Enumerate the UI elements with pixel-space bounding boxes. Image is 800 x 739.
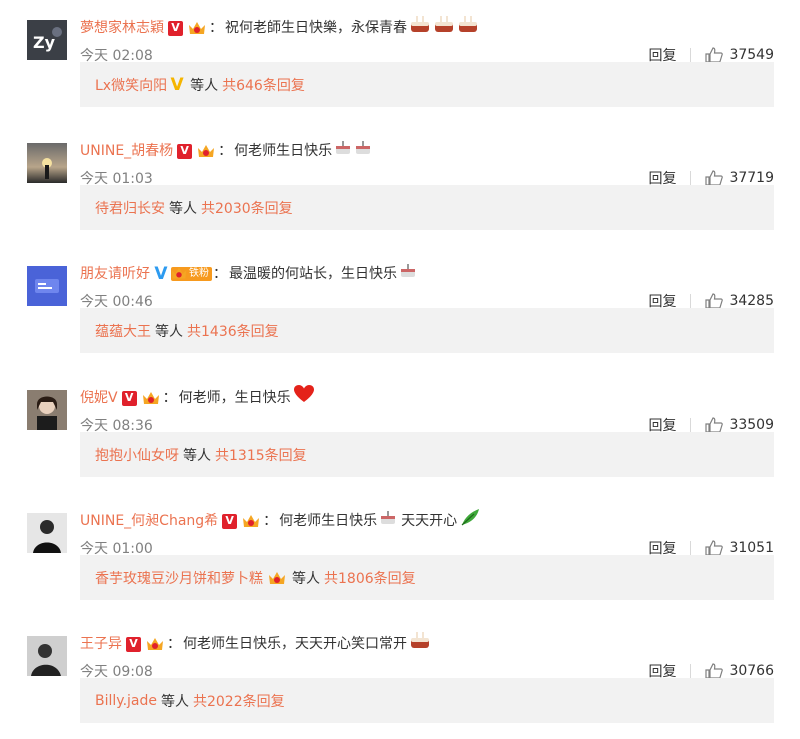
divider: [690, 664, 692, 678]
crown-badge-icon: [195, 142, 217, 160]
verified-badge-icon: V: [168, 20, 183, 36]
verified-badge-icon: V: [177, 143, 193, 159]
crown-badge-icon: [140, 389, 162, 407]
like-count: 33509: [729, 417, 774, 433]
comment-item: Zy 夢想家林志穎 V ： 祝何老師生日快樂，永保青春 今天 02:08 回复 …: [0, 0, 800, 123]
divider: [690, 541, 692, 555]
username[interactable]: 王子异: [80, 632, 122, 656]
heart-emoji-icon: [293, 384, 315, 412]
comment-text: 何老师生日快乐，天天开心笑口常开: [183, 636, 407, 652]
reply-summary[interactable]: Lx微笑向阳 V 等人 共646条回复: [80, 62, 774, 107]
username[interactable]: 夢想家林志穎: [80, 16, 164, 40]
cake-emoji-icon: [379, 509, 397, 533]
like-count: 30766: [729, 663, 774, 679]
reply-count-link[interactable]: 共2022条回复: [193, 691, 285, 711]
thumbs-up-icon[interactable]: [705, 540, 724, 556]
like-count: 31051: [729, 540, 774, 556]
comment-item: 倪妮V V ： 何老师，生日快乐 今天 08:36 回复 33509 抱抱小仙女…: [0, 370, 800, 493]
thumbs-up-icon[interactable]: [705, 663, 724, 679]
reply-summary[interactable]: Billy.jade 等人 共2022条回复: [80, 678, 774, 723]
crown-badge-icon: [186, 19, 208, 37]
thumbs-up-icon[interactable]: [705, 293, 724, 309]
leaf-emoji-icon: [459, 507, 481, 535]
verified-badge-icon: V: [126, 636, 141, 652]
crown-badge-icon: [240, 512, 262, 530]
divider: [690, 418, 692, 432]
divider: [690, 294, 692, 308]
reply-count-link[interactable]: 共1436条回复: [187, 321, 279, 341]
like-count: 37549: [729, 47, 774, 63]
comment-text: 最温暖的何站长，生日快乐: [229, 266, 397, 282]
divider: [690, 171, 692, 185]
comment-text: 祝何老師生日快樂，永保青春: [225, 20, 407, 36]
verified-badge-icon: V: [154, 264, 168, 284]
comment-item: 王子异 V ： 何老师生日快乐，天天开心笑口常开 今天 09:08 回复 307…: [0, 616, 800, 739]
verified-badge-icon: V: [121, 390, 137, 406]
like-count: 37719: [729, 170, 774, 186]
cake-emoji-icon: [409, 14, 431, 42]
avatar[interactable]: Zy: [27, 20, 67, 60]
avatar[interactable]: [27, 513, 67, 553]
comment-feed: Zy 夢想家林志穎 V ： 祝何老師生日快樂，永保青春 今天 02:08 回复 …: [0, 0, 800, 723]
cake-emoji-icon: [399, 262, 417, 286]
username[interactable]: 倪妮V: [80, 386, 118, 410]
reply-username[interactable]: Billy.jade: [95, 693, 157, 709]
crown-badge-icon: [266, 569, 288, 587]
thumbs-up-icon[interactable]: [705, 47, 724, 63]
comment-item: 朋友请听好 V 铁粉 ： 最温暖的何站长，生日快乐 今天 00:46 回复 34…: [0, 246, 800, 369]
reply-count-link[interactable]: 共646条回复: [222, 75, 305, 95]
username[interactable]: 朋友请听好: [80, 262, 150, 286]
avatar[interactable]: [27, 636, 67, 676]
username[interactable]: UNINE_何昶Chang希: [80, 509, 218, 533]
reply-username[interactable]: 待君归长安: [95, 198, 165, 218]
avatar[interactable]: [27, 266, 67, 306]
comment-item: UNINE_胡春杨 V ： 何老师生日快乐 今天 01:03 回复 37719 …: [0, 123, 800, 246]
reply-count-link[interactable]: 共1806条回复: [324, 568, 416, 588]
cake-emoji-icon: [457, 14, 479, 42]
cake-emoji-icon: [354, 139, 372, 163]
verified-badge-icon: V: [170, 74, 184, 95]
reply-count-link[interactable]: 共2030条回复: [201, 198, 293, 218]
thumbs-up-icon[interactable]: [705, 170, 724, 186]
avatar[interactable]: [27, 390, 67, 430]
fan-badge: 铁粉: [171, 267, 212, 281]
comment-item: UNINE_何昶Chang希 V ： 何老师生日快乐 天天开心 今天 01:00…: [0, 493, 800, 616]
reply-username[interactable]: 抱抱小仙女呀: [95, 445, 179, 465]
comment-text: 天天开心: [401, 513, 458, 529]
comment-text: 何老师生日快乐: [234, 143, 333, 159]
reply-username[interactable]: 香芋玫瑰豆沙月饼和萝卜糕: [95, 568, 263, 588]
comment-text: 何老师生日快乐: [279, 513, 378, 529]
divider: [690, 48, 692, 62]
reply-username[interactable]: Lx微笑向阳: [95, 75, 167, 95]
like-count: 34285: [729, 293, 774, 309]
cake-emoji-icon: [409, 630, 431, 658]
reply-count-link[interactable]: 共1315条回复: [215, 445, 307, 465]
thumbs-up-icon[interactable]: [705, 417, 724, 433]
cake-emoji-icon: [334, 139, 352, 163]
verified-badge-icon: V: [222, 513, 238, 529]
username[interactable]: UNINE_胡春杨: [80, 139, 173, 163]
avatar[interactable]: [27, 143, 67, 183]
cake-emoji-icon: [433, 14, 455, 42]
reply-summary[interactable]: 蕴蕴大王 等人 共1436条回复: [80, 308, 774, 353]
svg-text:Zy: Zy: [33, 33, 56, 52]
comment-text: 何老师，生日快乐: [178, 390, 291, 406]
reply-summary[interactable]: 香芋玫瑰豆沙月饼和萝卜糕 等人 共1806条回复: [80, 555, 774, 600]
reply-summary[interactable]: 待君归长安 等人 共2030条回复: [80, 185, 774, 230]
crown-badge-icon: [144, 635, 166, 653]
reply-username[interactable]: 蕴蕴大王: [95, 321, 151, 341]
reply-summary[interactable]: 抱抱小仙女呀 等人 共1315条回复: [80, 432, 774, 477]
